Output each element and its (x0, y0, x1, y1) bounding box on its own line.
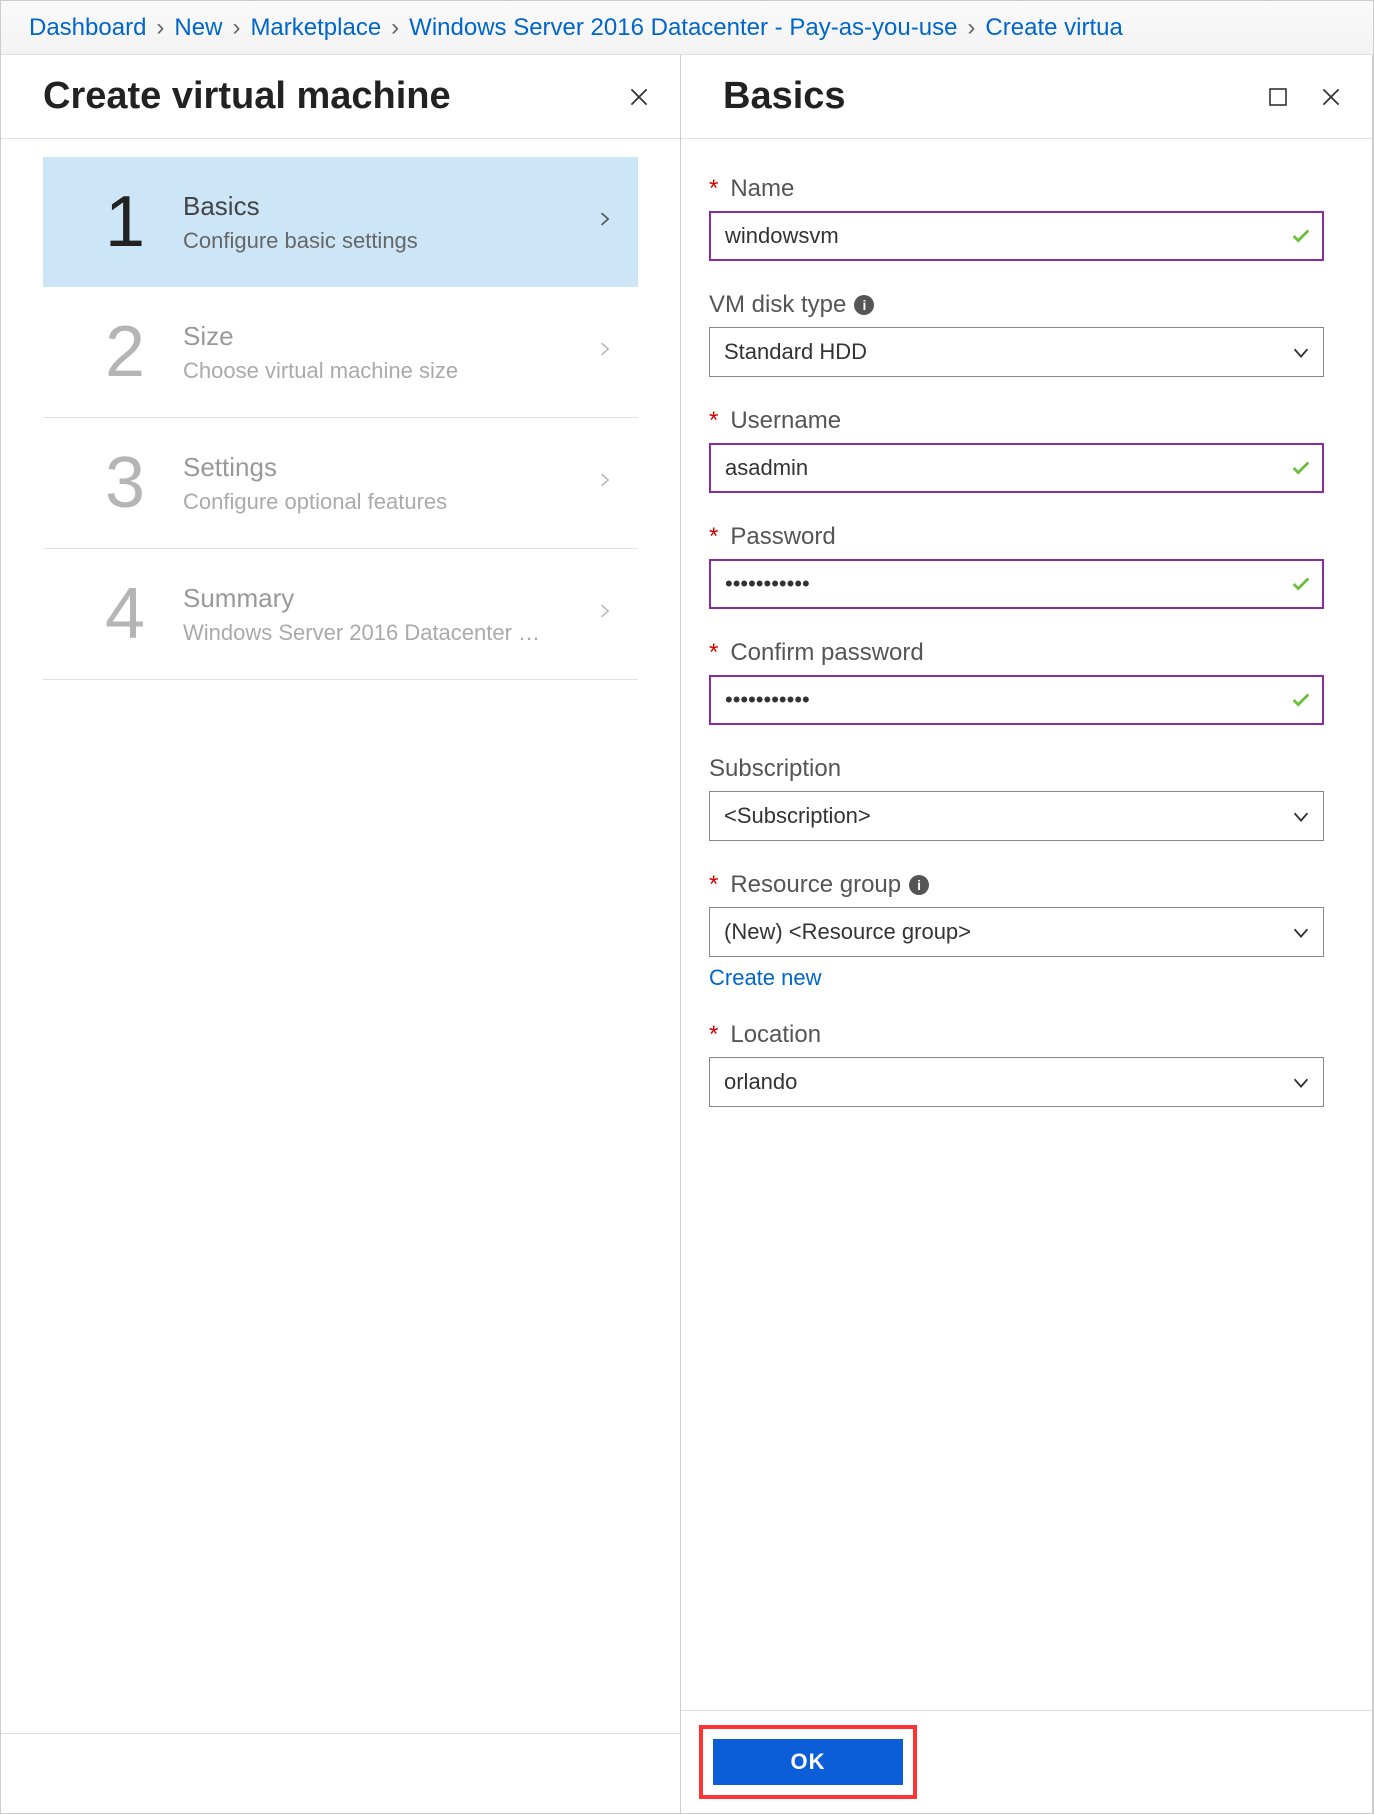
chevron-right-icon (594, 205, 614, 239)
breadcrumb: Dashboard › New › Marketplace › Windows … (1, 1, 1373, 55)
step-title: Settings (183, 452, 566, 483)
name-label: *Name (709, 175, 1324, 203)
crumb-product[interactable]: Windows Server 2016 Datacenter - Pay-as-… (409, 14, 957, 42)
password-label: *Password (709, 523, 1324, 551)
chevron-right-icon (594, 466, 614, 500)
close-icon[interactable] (626, 84, 652, 110)
chevron-right-icon: › (391, 14, 399, 42)
subscription-label: Subscription (709, 755, 1324, 783)
chevron-right-icon: › (967, 14, 975, 42)
step-number: 2 (95, 311, 155, 393)
confirm-password-label: *Confirm password (709, 639, 1324, 667)
step-title: Basics (183, 191, 566, 222)
info-icon[interactable]: i (909, 875, 929, 895)
step-number: 3 (95, 442, 155, 524)
basics-pane: Basics *Name (681, 55, 1373, 1813)
crumb-new[interactable]: New (174, 14, 222, 42)
step-subtitle: Choose virtual machine size (183, 358, 566, 384)
subscription-select[interactable]: <Subscription> (709, 791, 1324, 841)
step-subtitle: Configure optional features (183, 489, 566, 515)
create-new-link[interactable]: Create new (709, 965, 822, 991)
chevron-right-icon: › (156, 14, 164, 42)
resource-group-label: *Resource group i (709, 871, 1324, 899)
close-icon[interactable] (1318, 84, 1344, 110)
step-title: Size (183, 321, 566, 352)
disk-type-label: VM disk type i (709, 291, 1324, 319)
step-number: 1 (95, 181, 155, 263)
confirm-password-input[interactable] (709, 675, 1324, 725)
wizard-step-size[interactable]: 2 Size Choose virtual machine size (43, 287, 638, 418)
info-icon[interactable]: i (854, 295, 874, 315)
chevron-right-icon (594, 597, 614, 631)
crumb-marketplace[interactable]: Marketplace (250, 14, 381, 42)
password-input[interactable] (709, 559, 1324, 609)
wizard-step-summary[interactable]: 4 Summary Windows Server 2016 Datacenter… (43, 549, 638, 680)
resource-group-select[interactable]: (New) <Resource group> (709, 907, 1324, 957)
ok-highlight: OK (699, 1725, 917, 1799)
disk-type-select[interactable]: Standard HDD (709, 327, 1324, 377)
username-label: *Username (709, 407, 1324, 435)
step-subtitle: Configure basic settings (183, 228, 566, 254)
ok-button[interactable]: OK (713, 1739, 903, 1785)
chevron-right-icon (594, 335, 614, 369)
basics-footer: OK (681, 1710, 1372, 1813)
crumb-create[interactable]: Create virtua (985, 14, 1122, 42)
wizard-step-basics[interactable]: 1 Basics Configure basic settings (43, 157, 638, 287)
basics-title: Basics (723, 75, 846, 118)
wizard-pane: Create virtual machine 1 Basics Configur… (1, 55, 681, 1813)
wizard-footer (1, 1733, 680, 1813)
step-number: 4 (95, 573, 155, 655)
name-input[interactable] (709, 211, 1324, 261)
maximize-icon[interactable] (1266, 85, 1290, 109)
location-select[interactable]: orlando (709, 1057, 1324, 1107)
chevron-right-icon: › (232, 14, 240, 42)
wizard-step-settings[interactable]: 3 Settings Configure optional features (43, 418, 638, 549)
crumb-dashboard[interactable]: Dashboard (29, 14, 146, 42)
wizard-title: Create virtual machine (43, 75, 451, 118)
username-input[interactable] (709, 443, 1324, 493)
step-title: Summary (183, 583, 566, 614)
step-subtitle: Windows Server 2016 Datacenter … (183, 620, 566, 646)
location-label: *Location (709, 1021, 1324, 1049)
